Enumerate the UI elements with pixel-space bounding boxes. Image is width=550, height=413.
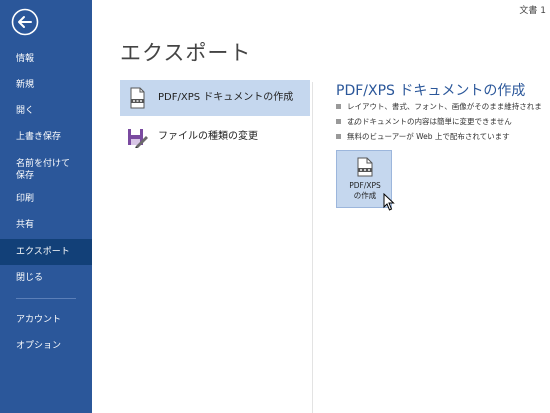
list-item: 無料のビューアーが Web 上で配布されています <box>336 129 550 144</box>
option-label: PDF/XPS ドキュメントの作成 <box>158 92 294 103</box>
backstage-sidebar: 情報 新規 開く 上書き保存 名前を付けて 保存 印刷 共有 エクスポート 閉じ… <box>0 0 92 413</box>
panel-title: PDF/XPS ドキュメントの作成 <box>336 83 526 99</box>
nav-item-print[interactable]: 印刷 <box>0 186 92 212</box>
list-item-text: このドキュメントの内容は簡単に変更できません <box>347 117 512 126</box>
option-label: ファイルの種類の変更 <box>158 131 258 142</box>
sidebar-divider <box>16 298 76 299</box>
document-name: 文書 1 <box>519 6 546 16</box>
nav-item-info[interactable]: 情報 <box>0 46 92 72</box>
nav-item-open[interactable]: 開く <box>0 98 92 124</box>
bullet-icon <box>336 134 341 139</box>
back-arrow-icon <box>11 8 39 36</box>
mouse-pointer-icon <box>383 193 395 211</box>
nav-item-options[interactable]: オプション <box>0 333 92 359</box>
nav-item-export[interactable]: エクスポート <box>0 239 92 265</box>
bullet-icon <box>336 119 341 124</box>
nav-item-share[interactable]: 共有 <box>0 212 92 238</box>
list-item: レイアウト、書式、フォント、画像がそのまま維持されます。 <box>336 99 550 126</box>
option-create-pdf-xps[interactable]: PDF/XPS ドキュメントの作成 <box>120 80 310 116</box>
feature-list: レイアウト、書式、フォント、画像がそのまま維持されます。 このドキュメントの内容… <box>336 99 550 144</box>
pdf-document-icon <box>357 157 373 177</box>
page-title: エクスポート <box>120 41 252 65</box>
nav-item-close[interactable]: 閉じる <box>0 265 92 291</box>
nav-item-account[interactable]: アカウント <box>0 307 92 333</box>
button-label-line2: の作成 <box>353 191 377 200</box>
nav-item-save[interactable]: 上書き保存 <box>0 124 92 150</box>
button-label-line1: PDF/XPS <box>349 181 381 190</box>
nav-item-new[interactable]: 新規 <box>0 72 92 98</box>
change-file-type-icon <box>128 129 148 148</box>
pdf-document-icon <box>130 87 145 109</box>
list-item-text: 無料のビューアーが Web 上で配布されています <box>347 132 510 141</box>
list-item: このドキュメントの内容は簡単に変更できません <box>336 114 550 129</box>
back-button[interactable] <box>11 8 39 36</box>
column-divider <box>312 82 313 413</box>
bullet-icon <box>336 104 341 109</box>
nav-item-save-as[interactable]: 名前を付けて 保存 <box>0 156 92 184</box>
option-change-file-type[interactable]: ファイルの種類の変更 <box>120 119 310 155</box>
